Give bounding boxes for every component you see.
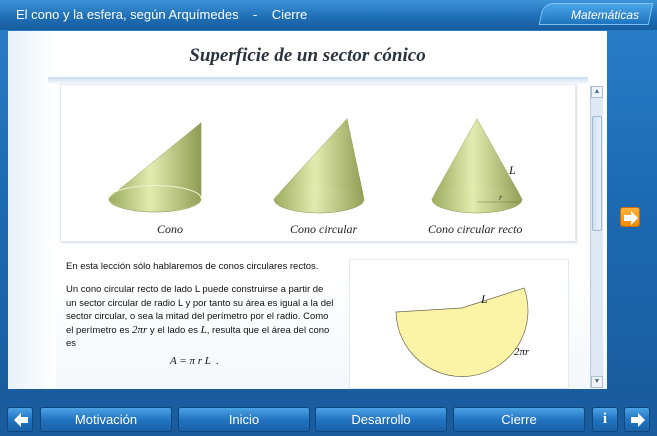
scroll-thumb[interactable] (592, 116, 602, 231)
nav-desarrollo-button[interactable]: Desarrollo (315, 407, 447, 432)
cone-radius-label: r (499, 193, 503, 202)
subject-label: Matemáticas (570, 8, 639, 22)
window-title: El cono y la esfera, según Arquímedes - … (16, 7, 308, 22)
perimeter-expression: 2πr (132, 323, 148, 336)
arrow-right-icon (631, 413, 645, 427)
scroll-down-button[interactable]: ▼ (591, 376, 603, 388)
nav-inicio-button[interactable]: Inicio (178, 407, 310, 432)
scroll-up-button[interactable]: ▲ (591, 86, 603, 98)
circular-cone (273, 118, 365, 214)
oblique-cone (108, 122, 202, 213)
intro-paragraph: En esta lección sólo hablaremos de conos… (66, 261, 319, 272)
area-formula: A = π r L . (170, 355, 219, 367)
explanation-paragraph: Un cono circular recto de lado L puede c… (66, 283, 336, 351)
explanation-text-b: y el lado es (147, 324, 201, 336)
cone-side-label: L (509, 163, 516, 177)
cones-illustration (108, 118, 523, 214)
sector-side-label: L (481, 292, 488, 306)
arrow-left-icon (14, 413, 28, 427)
cones-figure: L r (60, 84, 576, 242)
page-title: Superficie de un sector cónico (189, 45, 426, 66)
sector-illustration (395, 287, 529, 377)
cone-label-1: Cono (157, 222, 184, 236)
cone-label-2: Cono circular (290, 222, 358, 236)
forward-button[interactable] (624, 407, 650, 432)
info-button[interactable]: i (592, 407, 618, 432)
next-page-button[interactable] (620, 207, 640, 227)
cone-label-3: Cono circular recto (428, 222, 523, 236)
sector-arc-label: 2πr (514, 346, 530, 358)
sector-figure: L 2πr (349, 259, 569, 389)
vertical-scrollbar[interactable]: ▲ ▼ (590, 86, 603, 388)
arrow-right-icon (624, 211, 638, 225)
back-button[interactable] (7, 407, 33, 432)
nav-cierre-button[interactable]: Cierre (453, 407, 585, 432)
nav-motivacion-button[interactable]: Motivación (40, 407, 172, 432)
info-icon: i (602, 411, 608, 427)
